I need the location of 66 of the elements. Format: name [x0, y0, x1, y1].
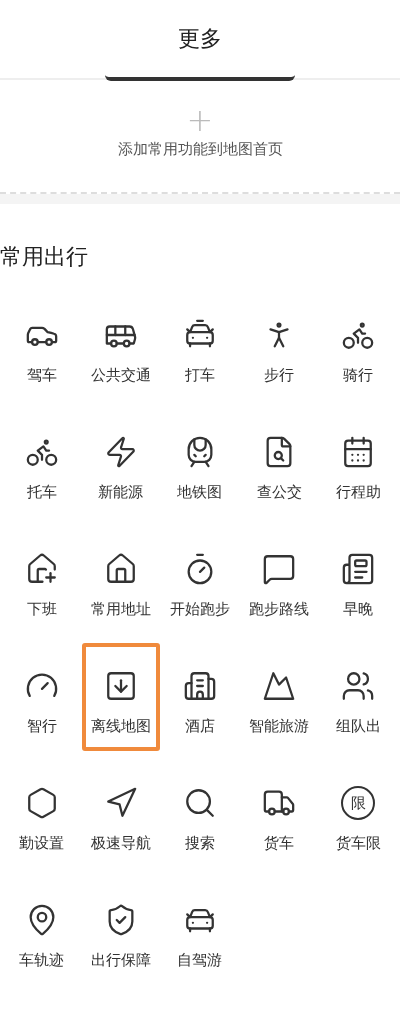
feature-item[interactable]: 新能源 — [82, 423, 159, 531]
feature-item[interactable]: 限 货车限 — [320, 774, 397, 882]
feature-item[interactable]: 驾车 — [3, 306, 80, 414]
feature-item[interactable]: 酒店 — [162, 657, 238, 765]
feature-item[interactable]: 步行 — [241, 306, 318, 414]
plus-icon: + — [186, 103, 214, 136]
feature-label: 地铁图 — [177, 483, 223, 502]
feature-item[interactable]: 打车 — [162, 306, 238, 414]
feature-item[interactable]: 离线地图 — [81, 643, 160, 751]
feature-label: 驾车 — [26, 366, 57, 385]
feature-label: 出行保障 — [90, 951, 151, 970]
section-title: 常用出行 — [0, 243, 89, 271]
feature-label: 步行 — [264, 366, 295, 385]
feature-label: 搜索 — [185, 834, 215, 853]
feature-item[interactable]: 地铁图 — [162, 423, 238, 531]
feature-label: 新能源 — [98, 483, 144, 502]
feature-item[interactable]: 跑步路线 — [241, 540, 318, 648]
feature-item[interactable]: 智行 — [3, 657, 80, 765]
feature-label: 组队出 — [335, 717, 381, 736]
feature-item[interactable]: 骑行 — [320, 306, 397, 414]
feature-item[interactable]: 勤设置 — [3, 774, 80, 882]
feature-item[interactable]: 智能旅游 — [241, 657, 318, 765]
feature-label: 骑行 — [343, 366, 374, 385]
feature-label: 托车 — [26, 483, 57, 502]
feature-item[interactable]: 出行保障 — [82, 891, 159, 999]
restriction-icon: 限 — [341, 786, 376, 820]
feature-item[interactable]: 自驾游 — [162, 891, 238, 999]
feature-label: 极速导航 — [90, 834, 151, 853]
mountain-icon — [262, 669, 297, 703]
building-icon — [183, 669, 217, 703]
newspaper-icon — [341, 552, 376, 586]
feature-item[interactable]: 托车 — [3, 423, 80, 531]
feature-label: 勤设置 — [19, 834, 65, 853]
feature-label: 打车 — [185, 366, 215, 385]
feature-item[interactable]: 车轨迹 — [3, 891, 80, 999]
feature-label: 早晚 — [343, 600, 374, 619]
feature-label: 酒店 — [185, 717, 215, 736]
feature-item[interactable]: 搜索 — [162, 774, 238, 882]
add-shortcut-label: 添加常用功能到地图首页 — [117, 139, 283, 159]
feature-item[interactable]: 公共交通 — [82, 306, 159, 414]
add-shortcut-card[interactable]: + 添加常用功能到地图首页 — [70, 92, 330, 170]
feature-label: 查公交 — [256, 483, 302, 502]
feature-item[interactable]: 下班 — [3, 540, 80, 648]
feature-label: 下班 — [26, 600, 57, 619]
feature-item[interactable]: 极速导航 — [82, 774, 159, 882]
feature-label: 智行 — [26, 717, 57, 736]
feature-label: 货车 — [264, 834, 295, 853]
feature-label: 货车限 — [335, 834, 381, 853]
feature-label: 常用地址 — [90, 600, 151, 619]
feature-item[interactable]: 早晚 — [320, 540, 397, 648]
feature-item[interactable]: 组队出 — [320, 657, 397, 765]
feature-label: 跑步路线 — [249, 600, 310, 619]
feature-item[interactable]: 查公交 — [241, 423, 318, 531]
feature-item[interactable]: 开始跑步 — [162, 540, 238, 648]
search-icon — [183, 786, 217, 820]
feature-label: 车轨迹 — [19, 951, 65, 970]
feature-label: 智能旅游 — [249, 717, 310, 736]
people-icon — [341, 669, 376, 703]
feature-label: 公共交通 — [90, 366, 151, 385]
feature-item[interactable]: 行程助 — [320, 423, 397, 531]
feature-item[interactable]: 货车 — [241, 774, 318, 882]
tab[interactable]: 更多 — [105, 0, 295, 81]
feature-label: 离线地图 — [90, 717, 151, 736]
feature-label: 自驾游 — [177, 951, 223, 970]
feature-label: 行程助 — [335, 483, 381, 502]
feature-label: 开始跑步 — [170, 600, 230, 619]
